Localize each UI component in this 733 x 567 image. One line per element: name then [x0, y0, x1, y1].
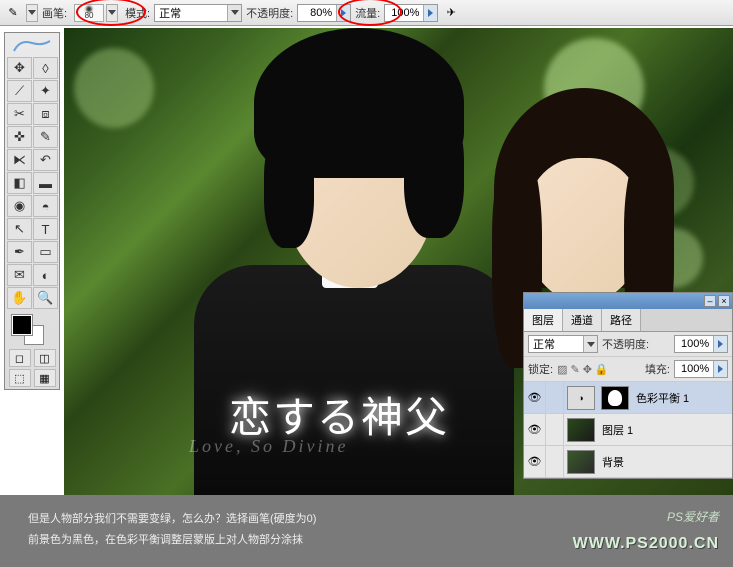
toolbox-header[interactable] [7, 35, 57, 55]
heal-tool[interactable]: ✜ [7, 126, 32, 148]
jump-to-iw[interactable]: ⬚ [9, 369, 31, 387]
lock-paint-icon[interactable]: ✎ [570, 363, 579, 376]
tab-layers[interactable]: 图层 [524, 309, 563, 331]
history-tool[interactable]: ↶ [33, 149, 58, 171]
visibility-icon[interactable]: 👁 [524, 382, 546, 413]
flow-input[interactable]: 100% [384, 4, 438, 22]
slice-tool[interactable]: ⧈ [33, 103, 58, 125]
marquee-tool[interactable]: ◊ [33, 57, 58, 79]
layer-opacity-input[interactable]: 100% [674, 335, 728, 353]
layer-blend-select[interactable]: 正常 [528, 335, 598, 353]
stamp-tool[interactable]: ⧔ [7, 149, 32, 171]
pen-tool[interactable]: ✒ [7, 241, 32, 263]
watermark: PS爱好者 WWW.PS2000.CN [573, 506, 719, 559]
layer-row[interactable]: 👁 图层 1 [524, 414, 732, 446]
close-icon[interactable]: × [718, 295, 730, 307]
wand-tool[interactable]: ✦ [33, 80, 58, 102]
crop-tool[interactable]: ✂ [7, 103, 32, 125]
brush-tool[interactable]: ✎ [33, 126, 58, 148]
foreground-swatch[interactable] [12, 315, 32, 335]
hand-tool[interactable]: ✋ [7, 287, 32, 309]
lock-transparency-icon[interactable]: ▨ [557, 363, 567, 376]
layers-panel: – × 图层 通道 路径 正常 不透明度: 100% 锁定: ▨ ✎ ✥ 🔒 填… [523, 292, 733, 479]
tutorial-caption: 但是人物部分我们不需要变绿，怎么办？选择画笔(硬度为0) 前景色为黑色，在色彩平… [0, 495, 733, 567]
brush-picker[interactable]: 80 [71, 3, 121, 23]
move-tool[interactable]: ✥ [7, 57, 32, 79]
minimize-icon[interactable]: – [704, 295, 716, 307]
lasso-tool[interactable]: ⟋ [7, 80, 32, 102]
visibility-icon[interactable]: 👁 [524, 414, 546, 445]
layer-row[interactable]: 👁 背景 [524, 446, 732, 478]
tool-preset-dropdown[interactable] [26, 4, 38, 22]
gradient-tool[interactable]: ▬ [33, 172, 58, 194]
dodge-tool[interactable]: ◓ [33, 195, 58, 217]
visibility-icon[interactable]: 👁 [524, 446, 546, 477]
zoom-tool[interactable]: 🔍 [33, 287, 58, 309]
layer-name[interactable]: 图层 1 [598, 422, 732, 438]
lock-label: 锁定: [528, 361, 553, 377]
tab-paths[interactable]: 路径 [602, 309, 641, 331]
layer-list: 👁◑色彩平衡 1👁图层 1👁背景 [524, 382, 732, 478]
eraser-tool[interactable]: ◧ [7, 172, 32, 194]
flow-label: 流量: [355, 5, 380, 21]
notes-tool[interactable]: ✉ [7, 264, 32, 286]
toolbox: ✥◊⟋✦✂⧈✜✎⧔↶◧▬◉◓↖T✒▭✉◐✋🔍 ◻ ◫ ⬚ ▦ [4, 32, 60, 390]
opacity-label: 不透明度: [246, 5, 293, 21]
airbrush-icon[interactable]: ✈ [442, 4, 460, 22]
title-text: 恋する神父 [229, 384, 449, 445]
tab-channels[interactable]: 通道 [563, 309, 602, 331]
tool-preset-icon[interactable]: ✎ [4, 4, 22, 22]
shape-tool[interactable]: ▭ [33, 241, 58, 263]
screenmode-toggle[interactable]: ◫ [34, 349, 56, 367]
lock-move-icon[interactable]: ✥ [583, 363, 592, 376]
jump-to-ib[interactable]: ▦ [34, 369, 56, 387]
panel-titlebar[interactable]: – × [524, 293, 732, 309]
quickmask-toggle[interactable]: ◻ [9, 349, 31, 367]
brush-label: 画笔: [42, 5, 67, 21]
type-tool[interactable]: T [33, 218, 58, 240]
opacity-input[interactable]: 80% [297, 4, 351, 22]
layer-row[interactable]: 👁◑色彩平衡 1 [524, 382, 732, 414]
layer-opacity-label: 不透明度: [602, 336, 649, 352]
color-swatches[interactable] [7, 313, 57, 347]
layer-fill-input[interactable]: 100% [674, 360, 728, 378]
blend-mode-select[interactable]: 正常 [154, 4, 242, 22]
layer-name[interactable]: 色彩平衡 1 [632, 390, 732, 406]
eyedrop-tool[interactable]: ◐ [33, 264, 58, 286]
fill-label: 填充: [645, 361, 670, 377]
blur-tool[interactable]: ◉ [7, 195, 32, 217]
lock-all-icon[interactable]: 🔒 [595, 363, 609, 376]
layer-name[interactable]: 背景 [598, 454, 732, 470]
mode-label: 模式: [125, 5, 150, 21]
path-tool[interactable]: ↖ [7, 218, 32, 240]
options-bar: ✎ 画笔: 80 模式: 正常 不透明度: 80% 流量: 100% ✈ [0, 0, 733, 26]
